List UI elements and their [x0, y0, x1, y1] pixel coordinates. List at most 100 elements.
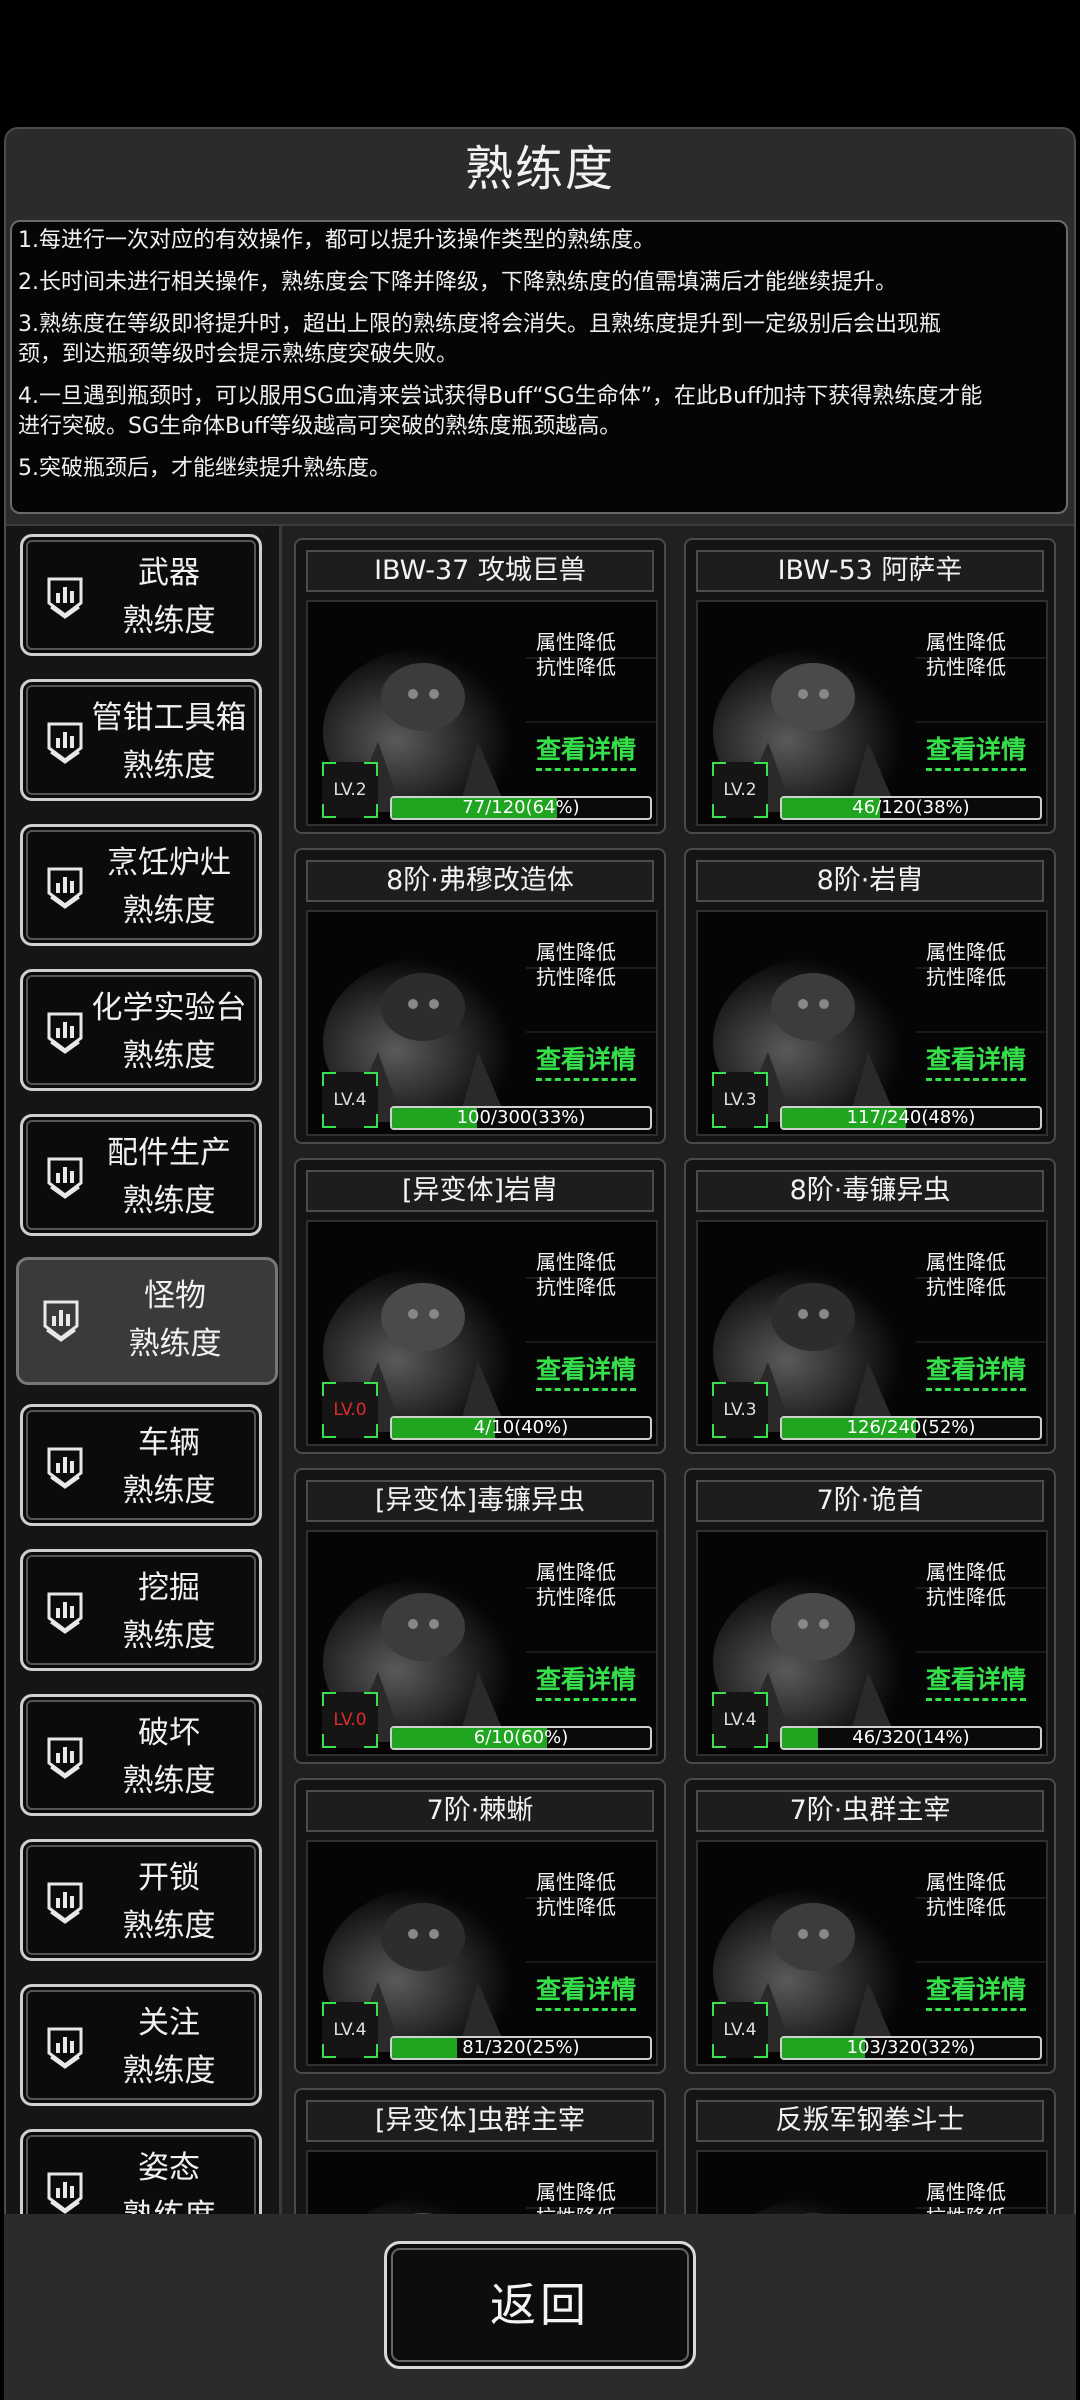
sidebar-item-9[interactable]: 开锁 熟练度	[20, 1839, 262, 1961]
monster-name: 8阶·岩胄	[696, 860, 1044, 902]
monster-card[interactable]: 8阶·毒镰异虫 属性降低 抗性降低 查看详情 LV.3 126/240(52%)	[684, 1158, 1056, 1454]
proficiency-icon	[37, 1296, 85, 1344]
monster-portrait: 属性降低 抗性降低查看详情 LV.2 77/120(64%)	[306, 600, 658, 826]
proficiency-progress-bar: 126/240(52%)	[780, 1416, 1042, 1440]
level-text: LV.2	[333, 780, 367, 800]
attribute-down-label: 属性降低	[926, 630, 1006, 654]
monster-portrait: 属性降低 抗性降低查看详情 LV.2 46/120(38%)	[696, 600, 1048, 826]
attribute-notes: 属性降低抗性降低	[926, 1560, 1006, 1610]
monster-card[interactable]: IBW-53 阿萨辛属性降低 抗性降低查看详情 LV.2 46/120(38%)	[684, 538, 1056, 834]
rule-line-4b: 进行突破。SG生命体Buff等级越高可突破的熟练度瓶颈越高。	[18, 414, 622, 439]
view-details-link[interactable]: 查看详情	[536, 1350, 637, 1391]
proficiency-icon	[41, 573, 89, 621]
monster-portrait: 属性降低 抗性降低 查看详情 LV.3 126/240(52%)	[696, 1220, 1048, 1446]
attribute-down-label: 属性降低	[926, 1250, 1006, 1274]
view-details-link[interactable]: 查看详情	[926, 730, 1027, 771]
monster-name: 7阶·棘蜥	[306, 1790, 654, 1832]
attribute-down-label: 属性降低	[536, 1560, 616, 1584]
progress-text: 6/10(60%)	[473, 1727, 569, 1748]
sidebar-item-6[interactable]: 车辆 熟练度	[20, 1404, 262, 1526]
resistance-down-label: 抗性降低	[926, 1895, 1006, 1919]
level-badge: LV.3	[712, 1382, 768, 1438]
view-details-link[interactable]: 查看详情	[536, 730, 637, 771]
sidebar-item-4[interactable]: 配件生产 熟练度	[20, 1114, 262, 1236]
attribute-notes: 属性降低抗性降低	[536, 1870, 616, 1920]
attribute-notes: 属性降低抗性降低	[926, 630, 1006, 680]
sidebar-item-2[interactable]: 烹饪炉灶 熟练度	[20, 824, 262, 946]
view-details-link[interactable]: 查看详情	[926, 1660, 1027, 1701]
monster-card[interactable]: [异变体]毒镰异虫 属性降低 抗性降低 查看详情 LV.0 6/10(60%)	[294, 1468, 666, 1764]
content-area[interactable]: 武器 熟练度管钳工具箱 熟练度烹饪炉灶 熟练度 化学实验台 熟练度 配件生产 熟练度怪物 熟练度…	[6, 524, 1074, 2216]
back-button[interactable]: 返回	[384, 2241, 696, 2369]
level-text: LV.2	[723, 780, 757, 800]
attribute-notes: 属性降低抗性降低	[536, 1560, 616, 1610]
attribute-notes: 属性降低抗性降低	[536, 630, 616, 680]
monster-portrait: 属性降低 抗性降低查看详情 LV.4 46/320(14%)	[696, 1530, 1048, 1756]
proficiency-icon	[41, 2168, 89, 2216]
proficiency-progress-bar: 103/320(32%)	[780, 2036, 1042, 2060]
proficiency-progress-bar: 117/240(48%)	[780, 1106, 1042, 1130]
level-badge: LV.0	[322, 1692, 378, 1748]
view-details-link[interactable]: 查看详情	[536, 1660, 637, 1701]
monster-card[interactable]: 8阶·岩胄属性降低 抗性降低查看详情 LV.3 117/240(48%)	[684, 848, 1056, 1144]
rule-line-3: 3.熟练度在等级即将提升时，超出上限的熟练度将会消失。且熟练度提升到一定级别后会…	[18, 312, 941, 337]
sidebar-item-0[interactable]: 武器 熟练度	[20, 534, 262, 656]
sidebar-item-3[interactable]: 化学实验台 熟练度	[20, 969, 262, 1091]
monster-card[interactable]: 8阶·弗穆改造体 属性降低 抗性降低 查看详情 LV.4 100/300(33%)	[294, 848, 666, 1144]
monster-card[interactable]: [异变体]岩胄 属性降低 抗性降低 查看详情 LV.0 4/10(40%)	[294, 1158, 666, 1454]
monster-name: 反叛军钢拳斗士	[696, 2100, 1044, 2142]
proficiency-progress-bar: 77/120(64%)	[390, 796, 652, 820]
attribute-down-label: 属性降低	[926, 940, 1006, 964]
sidebar-item-8[interactable]: 破坏 熟练度	[20, 1694, 262, 1816]
level-badge: LV.4	[712, 1692, 768, 1748]
attribute-down-label: 属性降低	[926, 1560, 1006, 1584]
monster-portrait: 属性降低 抗性降低 查看详情 LV.4 103/320(32%)	[696, 1840, 1048, 2066]
category-sidebar[interactable]: 武器 熟练度管钳工具箱 熟练度烹饪炉灶 熟练度 化学实验台 熟练度 配件生产 熟练度怪物 熟练度…	[6, 526, 282, 2216]
level-text: LV.4	[723, 1710, 757, 1730]
monster-card[interactable]: IBW-37 攻城巨兽 属性降低 抗性降低 查看详情 LV.2 77/120(64%)	[294, 538, 666, 834]
monster-card[interactable]: [异变体]虫群主宰属性降低抗性降低查看详情	[294, 2088, 666, 2216]
view-details-link[interactable]: 查看详情	[536, 1040, 637, 1081]
attribute-down-label: 属性降低	[536, 1870, 616, 1894]
view-details-link[interactable]: 查看详情	[926, 1040, 1027, 1081]
resistance-down-label: 抗性降低	[926, 655, 1006, 679]
sidebar-item-11[interactable]: 姿态 熟练度	[20, 2129, 262, 2216]
progress-text: 117/240(48%)	[846, 1107, 976, 1128]
sidebar-item-label: 破坏 熟练度	[122, 1715, 216, 1799]
level-text: LV.0	[333, 1400, 367, 1420]
sidebar-item-10[interactable]: 关注 熟练度	[20, 1984, 262, 2106]
progress-text: 46/320(14%)	[852, 1727, 970, 1748]
resistance-down-label: 抗性降低	[536, 655, 616, 679]
proficiency-icon	[41, 718, 89, 766]
proficiency-progress-bar: 6/10(60%)	[390, 1726, 652, 1750]
monster-card[interactable]: 7阶·虫群主宰 属性降低 抗性降低 查看详情 LV.4 103/320(32%)	[684, 1778, 1056, 2074]
resistance-down-label: 抗性降低	[926, 965, 1006, 989]
view-details-link[interactable]: 查看详情	[926, 1350, 1027, 1391]
rule-line-4: 4.一旦遇到瓶颈时，可以服用SG血清来尝试获得Buff“SG生命体”，在此Buf…	[18, 384, 983, 409]
attribute-down-label: 属性降低	[926, 1870, 1006, 1894]
monster-portrait: 属性降低 抗性降低查看详情 LV.0 6/10(60%)	[306, 1530, 658, 1756]
sidebar-item-label: 关注 熟练度	[122, 2005, 216, 2089]
sidebar-item-7[interactable]: 挖掘 熟练度	[20, 1549, 262, 1671]
proficiency-icon	[41, 863, 89, 911]
sidebar-item-1[interactable]: 管钳工具箱 熟练度	[20, 679, 262, 801]
progress-text: 46/120(38%)	[852, 797, 970, 818]
sidebar-item-5[interactable]: 怪物 熟练度	[16, 1257, 278, 1385]
monster-card[interactable]: 7阶·棘蜥 属性降低 抗性降低 查看详情 LV.4 81/320(25%)	[294, 1778, 666, 2074]
view-details-link[interactable]: 查看详情	[926, 1970, 1027, 2011]
level-text: LV.3	[723, 1400, 757, 1420]
monster-name: IBW-53 阿萨辛	[696, 550, 1044, 592]
monster-card[interactable]: 7阶·诡首 属性降低 抗性降低 查看详情 LV.4 46/320(14%)	[684, 1468, 1056, 1764]
rule-line-5: 5.突破瓶颈后，才能继续提升熟练度。	[18, 456, 391, 481]
proficiency-progress-bar: 81/320(25%)	[390, 2036, 652, 2060]
proficiency-progress-bar: 4/10(40%)	[390, 1416, 652, 1440]
page-title: 熟练度	[464, 141, 615, 197]
proficiency-icon	[41, 2023, 89, 2071]
level-text: LV.3	[723, 1090, 757, 1110]
monster-grid[interactable]: IBW-37 攻城巨兽 属性降低 抗性降低 查看详情 LV.2 77/120(64%) IB…	[294, 526, 1074, 2216]
attribute-notes: 属性降低抗性降低	[926, 1870, 1006, 1920]
monster-card[interactable]: 反叛军钢拳斗士属性降低抗性降低查看详情	[684, 2088, 1056, 2216]
sidebar-item-label: 管钳工具箱 熟练度	[91, 700, 247, 784]
level-text: LV.4	[333, 1090, 367, 1110]
view-details-link[interactable]: 查看详情	[536, 1970, 637, 2011]
